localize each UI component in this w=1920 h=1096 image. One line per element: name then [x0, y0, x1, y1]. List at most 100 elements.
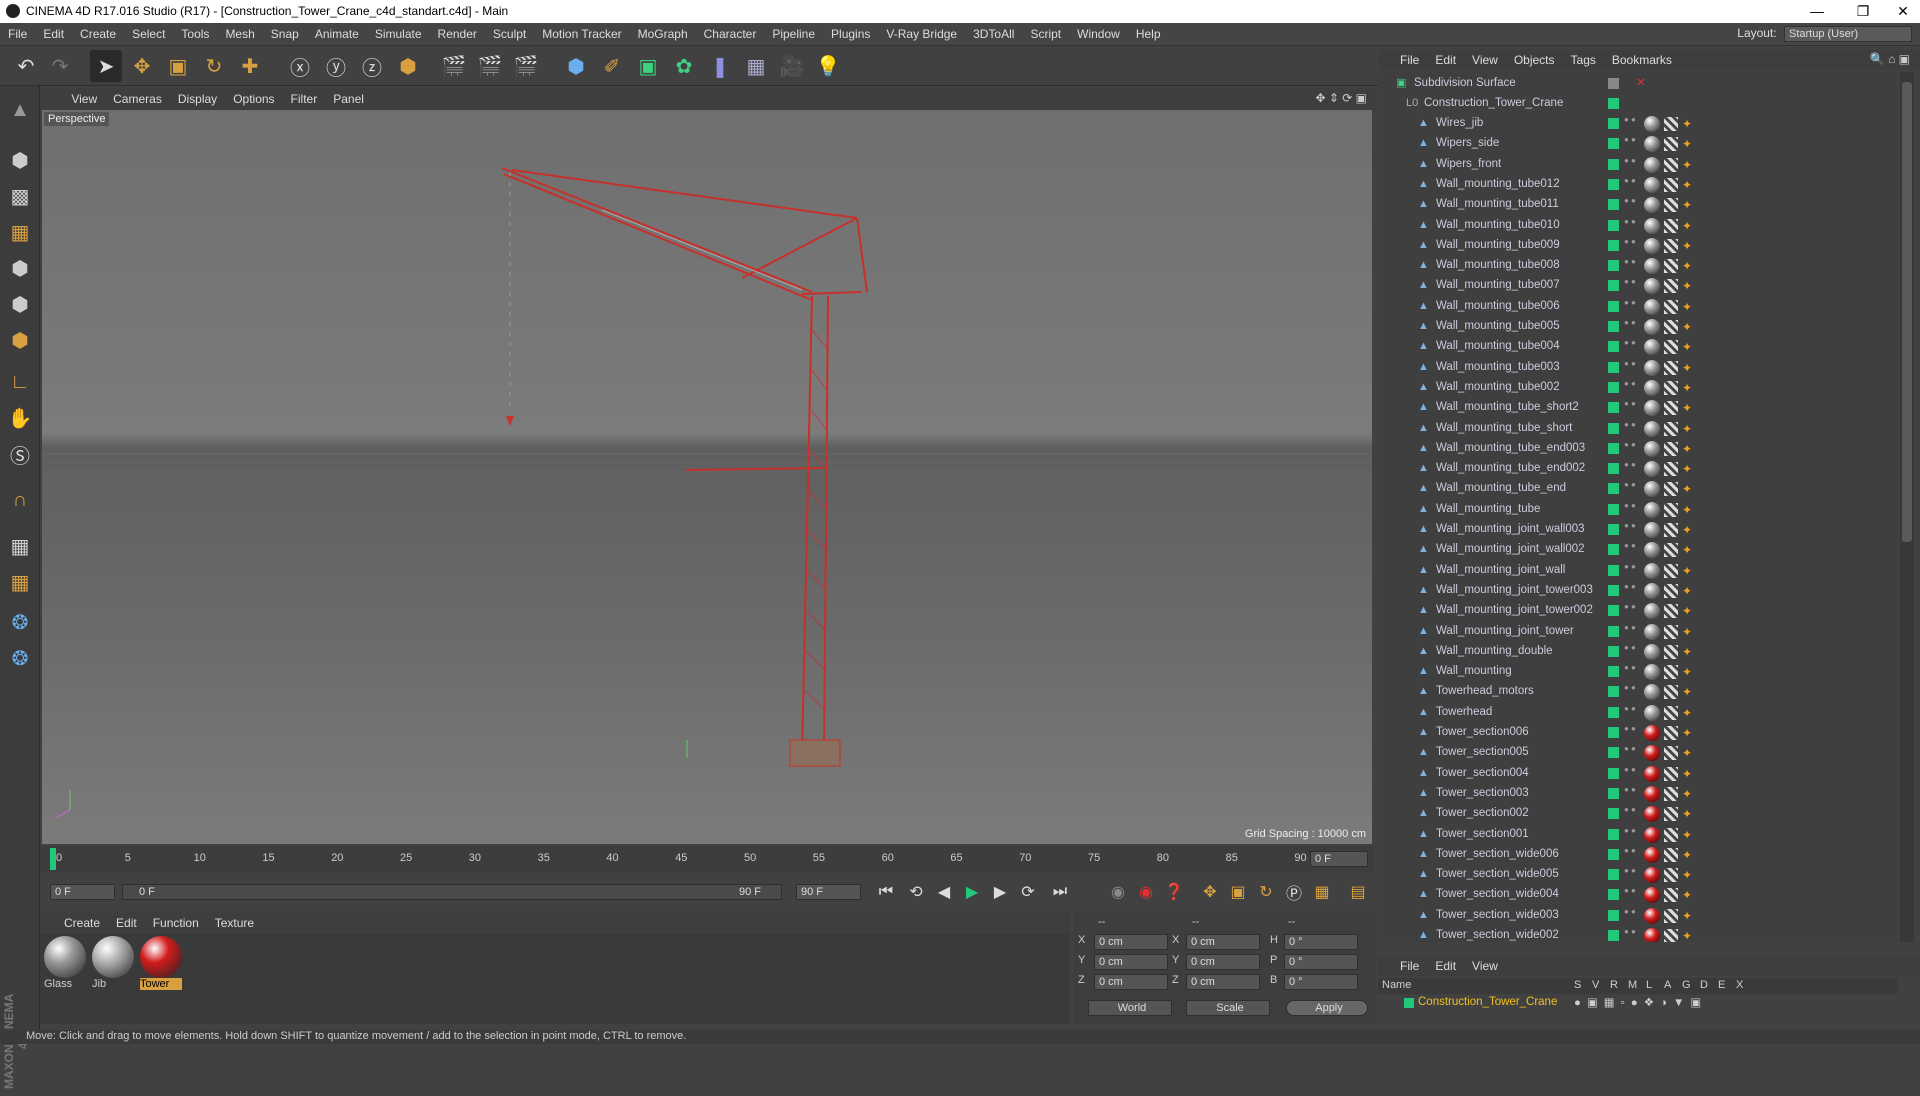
material-tag-icon[interactable]: [1644, 461, 1660, 478]
perspective-viewport[interactable]: Perspective Grid Spacing: 10000 cm: [42, 110, 1372, 844]
phong-tag-icon[interactable]: ✦: [1682, 888, 1692, 902]
editor-render-dots-icon[interactable]: ● ●: [1624, 156, 1636, 164]
viewport-menu-filter[interactable]: Filter: [283, 88, 326, 110]
phong-tag-icon[interactable]: ✦: [1682, 706, 1692, 720]
object-row[interactable]: ▲ Wall_mounting_tube011 ● ● ✦: [1378, 195, 1898, 215]
texture-tag-icon[interactable]: [1664, 441, 1678, 456]
live-selection-icon[interactable]: ✚: [234, 50, 266, 82]
editor-render-dots-icon[interactable]: ● ●: [1624, 664, 1636, 672]
visibility-toggle[interactable]: [1608, 889, 1619, 901]
editor-render-dots-icon[interactable]: ● ●: [1624, 298, 1636, 306]
phong-tag-icon[interactable]: ✦: [1682, 198, 1692, 212]
key-pla-icon[interactable]: ▦: [1310, 880, 1334, 904]
phong-tag-icon[interactable]: ✦: [1682, 300, 1692, 314]
crane-model[interactable]: [42, 110, 1372, 844]
material-tag-icon[interactable]: [1644, 420, 1660, 437]
visibility-toggle[interactable]: [1608, 869, 1619, 881]
range-slider[interactable]: 0 F 90 F: [122, 884, 782, 900]
visibility-toggle[interactable]: [1608, 219, 1619, 231]
phong-tag-icon[interactable]: ✦: [1682, 807, 1692, 821]
object-menu-view[interactable]: View: [1464, 50, 1506, 70]
object-manager-search-icon[interactable]: 🔍 ⌂ ▣: [1870, 52, 1910, 66]
phong-tag-icon[interactable]: ✦: [1682, 564, 1692, 578]
camera-icon[interactable]: 🎥: [776, 50, 808, 82]
visibility-toggle[interactable]: [1608, 138, 1619, 150]
editor-render-dots-icon[interactable]: ● ●: [1624, 136, 1636, 144]
object-row[interactable]: ▲ Towerhead_motors ● ● ✦: [1378, 682, 1898, 702]
menu-file[interactable]: File: [0, 23, 35, 46]
visibility-toggle[interactable]: [1608, 442, 1619, 454]
material-tag-icon[interactable]: [1644, 704, 1660, 721]
phong-tag-icon[interactable]: ✦: [1682, 787, 1692, 801]
object-row[interactable]: ▲ Wall_mounting_tube007 ● ● ✦: [1378, 276, 1898, 296]
phong-tag-icon[interactable]: ✦: [1682, 543, 1692, 557]
cube-primitive-icon[interactable]: ⬢: [560, 50, 592, 82]
visibility-toggle[interactable]: [1608, 584, 1619, 596]
phong-tag-icon[interactable]: ✦: [1682, 279, 1692, 293]
grid-lock-icon[interactable]: ▦: [4, 530, 36, 562]
render-view-icon[interactable]: 🎬: [438, 50, 470, 82]
menu-snap[interactable]: Snap: [263, 23, 307, 46]
material-tag-icon[interactable]: [1644, 298, 1660, 315]
visibility-toggle[interactable]: [1608, 544, 1619, 556]
phong-tag-icon[interactable]: ✦: [1682, 361, 1692, 375]
editor-render-dots-icon[interactable]: ● ●: [1624, 562, 1636, 570]
editor-render-dots-icon[interactable]: ● ●: [1624, 522, 1636, 530]
editor-render-dots-icon[interactable]: ● ●: [1624, 582, 1636, 590]
editor-render-dots-icon[interactable]: ● ●: [1624, 725, 1636, 733]
material-tag-icon[interactable]: [1644, 542, 1660, 559]
texture-tag-icon[interactable]: [1664, 340, 1678, 355]
menu-tools[interactable]: Tools: [173, 23, 217, 46]
object-row[interactable]: ▲ Wall_mounting_tube009 ● ● ✦: [1378, 236, 1898, 256]
menu-render[interactable]: Render: [430, 23, 485, 46]
object-menu-tags[interactable]: Tags: [1563, 50, 1604, 70]
visibility-toggle[interactable]: [1608, 706, 1619, 718]
object-row[interactable]: ▲ Tower_section005 ● ● ✦: [1378, 743, 1898, 763]
material-tag-icon[interactable]: [1644, 237, 1660, 254]
viewport-menu-panel[interactable]: Panel: [325, 88, 372, 110]
material-tag-icon[interactable]: [1644, 278, 1660, 295]
editor-render-dots-icon[interactable]: ● ●: [1624, 176, 1636, 184]
phong-tag-icon[interactable]: ✦: [1682, 726, 1692, 740]
material-tag-icon[interactable]: [1644, 562, 1660, 579]
material-menu-texture[interactable]: Texture: [207, 912, 262, 934]
redo-icon[interactable]: ↷: [44, 50, 76, 82]
x-axis-lock-icon[interactable]: ⓧ: [284, 50, 316, 82]
current-frame-field[interactable]: 0 F: [1310, 851, 1368, 867]
texture-tag-icon[interactable]: [1664, 360, 1678, 375]
phong-tag-icon[interactable]: ✦: [1682, 462, 1692, 476]
phong-tag-icon[interactable]: ✦: [1682, 117, 1692, 131]
key-scale-icon[interactable]: ▣: [1226, 880, 1250, 904]
menu-mograph[interactable]: MoGraph: [630, 23, 696, 46]
menu-pipeline[interactable]: Pipeline: [764, 23, 823, 46]
viewport-menu-cameras[interactable]: Cameras: [105, 88, 170, 110]
editor-render-dots-icon[interactable]: ● ●: [1624, 684, 1636, 692]
layer-menu-file[interactable]: File: [1392, 956, 1427, 976]
visibility-toggle[interactable]: [1608, 300, 1619, 312]
material-tag-icon[interactable]: [1644, 846, 1660, 863]
texture-tag-icon[interactable]: [1664, 807, 1678, 822]
object-row[interactable]: ▲ Wipers_front ● ● ✦: [1378, 155, 1898, 175]
phong-tag-icon[interactable]: ✦: [1682, 523, 1692, 537]
texture-tag-icon[interactable]: [1664, 238, 1678, 253]
menu-create[interactable]: Create: [72, 23, 124, 46]
tweak-mode-icon[interactable]: ✋: [4, 402, 36, 434]
editor-render-dots-icon[interactable]: ● ●: [1624, 319, 1636, 327]
material-tag-icon[interactable]: [1644, 765, 1660, 782]
phong-tag-icon[interactable]: ✦: [1682, 239, 1692, 253]
phong-tag-icon[interactable]: ✦: [1682, 625, 1692, 639]
editor-render-dots-icon[interactable]: ● ●: [1624, 420, 1636, 428]
phong-tag-icon[interactable]: ✦: [1682, 767, 1692, 781]
menu-sculpt[interactable]: Sculpt: [485, 23, 534, 46]
playhead[interactable]: [50, 848, 56, 870]
timeline-ruler[interactable]: 0 5 10 15 20 25 30 35 40 45 50 55 60 65 70 75 80 85 90 0 F: [40, 846, 1375, 872]
make-editable-icon[interactable]: ▲: [4, 94, 36, 126]
texture-mode-icon[interactable]: ▩: [4, 180, 36, 212]
texture-tag-icon[interactable]: [1664, 868, 1678, 883]
editor-render-dots-icon[interactable]: ● ●: [1624, 806, 1636, 814]
menu-animate[interactable]: Animate: [307, 23, 367, 46]
axis-mode-icon[interactable]: ∟: [4, 366, 36, 398]
visibility-toggle[interactable]: [1608, 199, 1619, 211]
object-row[interactable]: ▲ Wall_mounting_joint_tower002 ● ● ✦: [1378, 601, 1898, 621]
viewport-menu-options[interactable]: Options: [225, 88, 282, 110]
